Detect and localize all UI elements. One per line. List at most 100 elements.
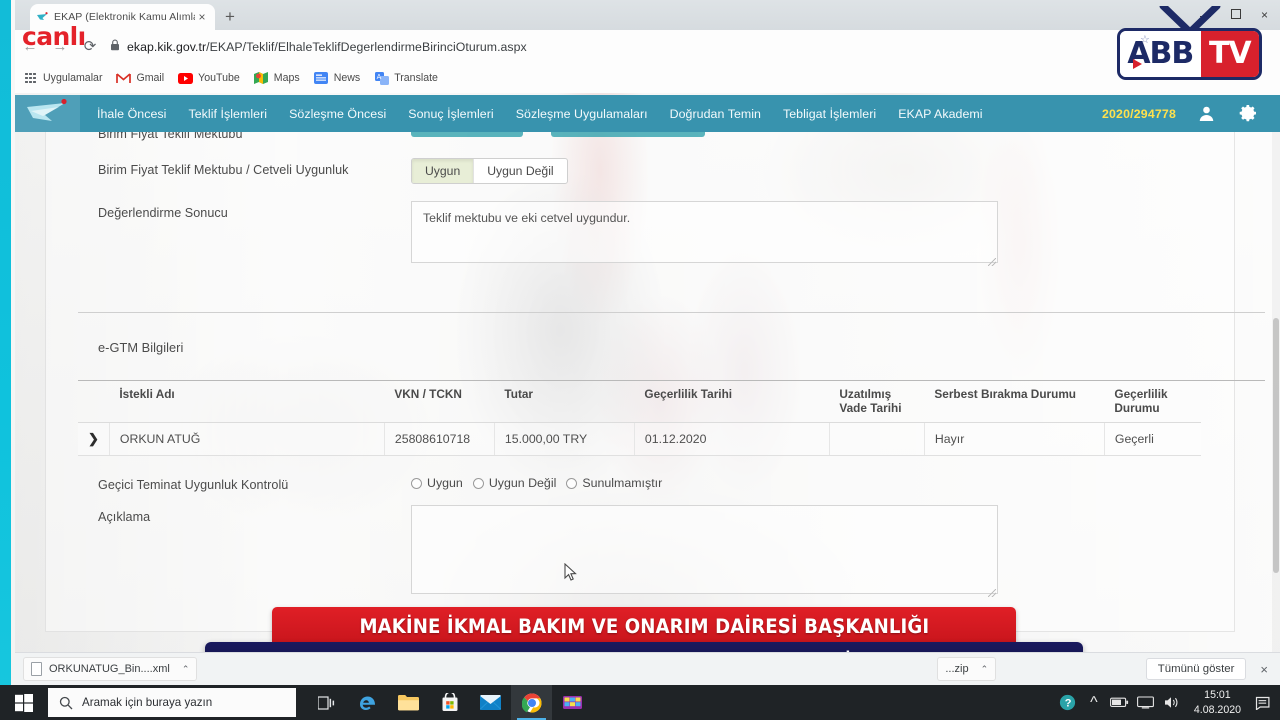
- taskbar-search-box[interactable]: Aramak için buraya yazın: [48, 688, 296, 717]
- page-scrollbar-thumb[interactable]: [1273, 318, 1279, 573]
- nav-item-sozlesme-uygulamalari[interactable]: Sözleşme Uygulamaları: [516, 107, 648, 121]
- svg-text:A: A: [376, 74, 381, 81]
- task-view-icon[interactable]: [306, 685, 347, 720]
- cell-gecerlilik-durumu: Geçerli: [1104, 422, 1201, 457]
- uygunluk-toggle-group: Uygun Uygun Değil: [411, 158, 568, 184]
- bookmark-label: Gmail: [136, 72, 165, 84]
- logo-star-icon: ☆: [1140, 34, 1150, 46]
- nav-item-sonuc-islemleri[interactable]: Sonuç İşlemleri: [408, 107, 493, 121]
- lock-icon: [110, 38, 120, 56]
- degerlendirme-sonucu-label: Değerlendirme Sonucu: [98, 206, 228, 220]
- section-divider: [78, 312, 1265, 313]
- address-bar[interactable]: ekap.kik.gov.tr/EKAP/Teklif/ElhaleTeklif…: [107, 35, 1212, 58]
- youtube-icon: [178, 71, 194, 86]
- bookmark-gmail[interactable]: Gmail: [116, 71, 164, 86]
- col-uzatilmis-vade-tarihi[interactable]: Uzatılmış Vade Tarihi: [829, 381, 925, 424]
- egtm-table-head: İstekli Adı VKN / TCKN Tutar Geçerlilik …: [78, 381, 1201, 424]
- chevron-up-icon[interactable]: ⌃: [182, 664, 190, 675]
- uygunluk-label: Birim Fiyat Teklif Mektubu / Cetveli Uyg…: [98, 163, 349, 177]
- nav-item-ihale-oncesi[interactable]: İhale Öncesi: [97, 107, 166, 121]
- col-tutar[interactable]: Tutar: [494, 381, 635, 424]
- network-icon[interactable]: [1133, 685, 1159, 720]
- row-gecici-teminat: Geçici Teminat Uygunluk Kontrolü Uygun U…: [46, 473, 1234, 492]
- taskbar-app-icons: [306, 685, 593, 720]
- download-item-xml[interactable]: ORKUNATUG_Bin....xml ⌃: [23, 657, 198, 681]
- taskbar-search-placeholder: Aramak için buraya yazın: [82, 696, 213, 709]
- action-center-icon[interactable]: [1250, 685, 1276, 720]
- window-maximize-button[interactable]: [1230, 9, 1241, 21]
- tab-close-icon[interactable]: ×: [195, 11, 209, 23]
- table-row[interactable]: ❯ ORKUN ATUĞ 25808610718 15.000,00 TRY 0…: [78, 422, 1201, 457]
- close-download-shelf-icon[interactable]: ×: [1260, 662, 1268, 677]
- new-tab-button[interactable]: +: [225, 8, 235, 25]
- nav-item-dogrudan-temin[interactable]: Doğrudan Temin: [670, 107, 761, 121]
- download-file-button[interactable]: Dosyayı İndir: [411, 132, 524, 137]
- windows-start-icon[interactable]: [0, 685, 48, 720]
- taskbar-clock[interactable]: 15:01 4.08.2020: [1185, 688, 1250, 717]
- window-close-button[interactable]: ×: [1261, 9, 1268, 21]
- radio-uygun-degil[interactable]: Uygun Değil: [472, 476, 556, 490]
- microsoft-store-icon[interactable]: [429, 685, 470, 720]
- page-scrollbar[interactable]: [1272, 132, 1280, 652]
- row-teklif-mektubu: Birim Fiyat Teklif Mektubu Dosyayı İndir…: [46, 132, 1234, 144]
- winrar-icon[interactable]: [552, 685, 593, 720]
- url-host: ekap.kik.gov.tr: [127, 39, 207, 54]
- col-istekli-adi[interactable]: İstekli Adı: [109, 381, 385, 424]
- download-item-zip[interactable]: ...zip ⌃: [937, 657, 997, 681]
- ihale-number: 2020/294778: [1101, 106, 1176, 121]
- mail-icon[interactable]: [470, 685, 511, 720]
- egtm-table: İstekli Adı VKN / TCKN Tutar Geçerlilik …: [78, 381, 1201, 457]
- nav-item-ekap-akademi[interactable]: EKAP Akademi: [898, 107, 982, 121]
- evaluation-panel: Birim Fiyat Teklif Mektubu Dosyayı İndir…: [45, 132, 1265, 633]
- bookmark-news[interactable]: News: [314, 71, 360, 86]
- page-content: Birim Fiyat Teklif Mektubu Dosyayı İndir…: [15, 132, 1265, 662]
- battery-icon[interactable]: [1107, 685, 1133, 720]
- clock-time: 15:01: [1204, 689, 1231, 702]
- col-vkn-tckn[interactable]: VKN / TCKN: [384, 381, 495, 424]
- bookmark-maps[interactable]: Maps: [254, 71, 300, 86]
- volume-icon[interactable]: [1159, 685, 1185, 720]
- degerlendirme-sonucu-textarea[interactable]: [411, 201, 998, 263]
- bookmark-apps[interactable]: Uygulamalar: [23, 71, 102, 86]
- maps-icon: [254, 71, 269, 86]
- egtm-table-body: ❯ ORKUN ATUĞ 25808610718 15.000,00 TRY 0…: [78, 422, 1201, 457]
- radio-uygun[interactable]: Uygun: [411, 476, 463, 490]
- show-hidden-icons-icon[interactable]: ^: [1081, 685, 1107, 720]
- news-icon: [314, 71, 329, 86]
- apps-grid-icon: [23, 71, 38, 86]
- col-gecerlilik-durumu[interactable]: Geçerlilik Durumu: [1104, 381, 1201, 424]
- cell-gecerlilik-tarihi: 01.12.2020: [634, 422, 830, 457]
- ekap-logo[interactable]: [15, 95, 80, 132]
- chevron-up-icon[interactable]: ⌃: [981, 664, 989, 675]
- radio-sunulmamistir[interactable]: Sunulmamıştır: [566, 476, 662, 490]
- edge-icon[interactable]: [347, 685, 388, 720]
- uygunluk-option-uygun-degil[interactable]: Uygun Değil: [473, 159, 566, 183]
- aciklama-textarea[interactable]: [411, 505, 998, 595]
- chrome-icon[interactable]: [511, 685, 552, 720]
- bookmark-youtube[interactable]: YouTube: [178, 71, 240, 86]
- download-excluded-file-button[interactable]: Hariç Dosyasını İndir: [551, 132, 705, 137]
- file-explorer-icon[interactable]: [388, 685, 429, 720]
- bookmark-translate[interactable]: A Translate: [374, 71, 438, 86]
- nav-item-teklif-islemleri[interactable]: Teklif İşlemleri: [188, 107, 267, 121]
- uygunluk-option-uygun[interactable]: Uygun: [412, 159, 474, 183]
- show-all-downloads-button[interactable]: Tümünü göster: [1145, 658, 1247, 680]
- egtm-section-title: e-GTM Bilgileri: [98, 340, 184, 355]
- download-item-name: ORKUNATUG_Bin....xml: [49, 663, 170, 675]
- help-icon[interactable]: ?: [1055, 685, 1081, 720]
- nav-item-tebligat-islemleri[interactable]: Tebligat İşlemleri: [783, 107, 876, 121]
- gecici-teminat-label: Geçici Teminat Uygunluk Kontrolü: [98, 478, 289, 493]
- browser-window: EKAP (Elektronik Kamu Alımları P × + × ←…: [15, 0, 1280, 95]
- user-icon[interactable]: [1198, 105, 1215, 122]
- gear-icon[interactable]: [1237, 103, 1258, 124]
- col-gecerlilik-tarihi[interactable]: Geçerlilik Tarihi: [634, 381, 830, 424]
- system-tray: ? ^ 15:01 4.08.2020: [1055, 685, 1280, 720]
- download-item-name: ...zip: [945, 663, 969, 675]
- resize-grip-icon[interactable]: [988, 589, 996, 598]
- col-serbest-birakma-durumu[interactable]: Serbest Bırakma Durumu: [924, 381, 1105, 424]
- resize-grip-icon[interactable]: [988, 258, 996, 266]
- row-expand-icon[interactable]: ❯: [78, 422, 110, 457]
- ekap-nav-right: 2020/294778: [1102, 103, 1280, 124]
- bookmark-label: YouTube: [198, 72, 240, 84]
- nav-item-sozlesme-oncesi[interactable]: Sözleşme Öncesi: [289, 107, 386, 121]
